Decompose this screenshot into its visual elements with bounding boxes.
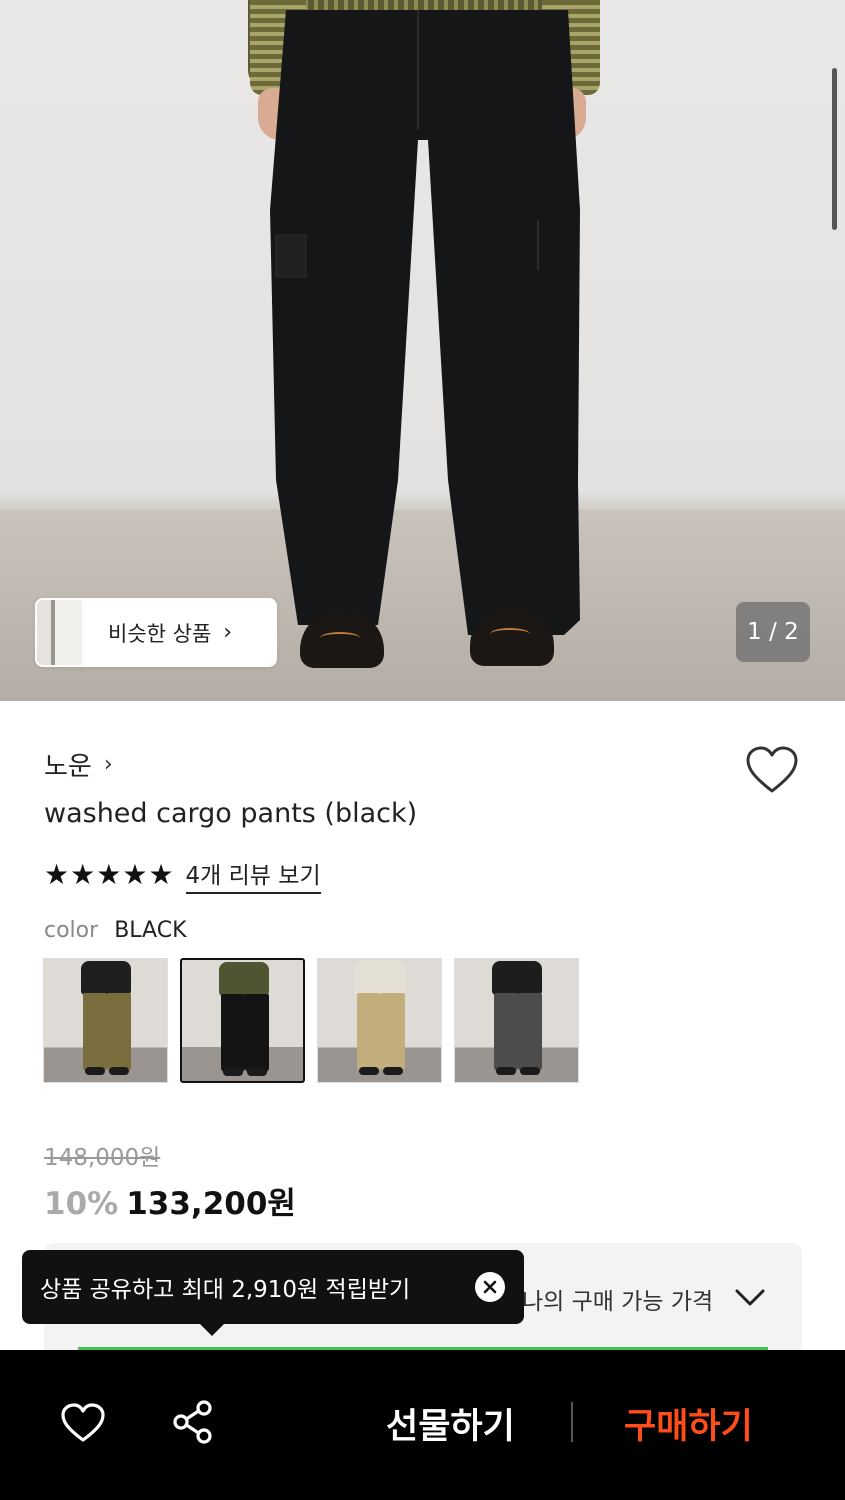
similar-products-label: 비슷한 상품 [108, 621, 212, 646]
swatch-model-shoe [223, 1068, 243, 1076]
swatch-model-shoe [520, 1067, 540, 1075]
color-swatch-khaki-olive[interactable] [43, 958, 168, 1083]
sale-price: 133,200원 [126, 1186, 296, 1222]
close-icon[interactable] [475, 1272, 505, 1302]
swatch-model-shoe [109, 1067, 129, 1075]
star-icon: ★ [122, 858, 148, 891]
rating-row: ★ ★ ★ ★ ★ 4개 리뷰 보기 [44, 856, 321, 894]
chevron-down-icon[interactable] [734, 1284, 766, 1310]
gift-button[interactable]: 선물하기 [386, 1398, 515, 1449]
star-icon: ★ [96, 858, 122, 891]
share-icon[interactable] [170, 1398, 216, 1446]
swatch-model-shoe [383, 1067, 403, 1075]
color-swatch-beige[interactable] [317, 958, 442, 1083]
swatch-model-shoe [247, 1068, 267, 1076]
chevron-right-icon: › [103, 752, 113, 777]
swatch-model-top [219, 962, 269, 996]
swatch-model-leg [83, 993, 107, 1071]
share-reward-toast: 상품 공유하고 최대 2,910원 적립받기 [22, 1250, 524, 1336]
rating-stars: ★ ★ ★ ★ ★ [44, 861, 174, 889]
buy-button[interactable]: 구매하기 [624, 1398, 753, 1449]
product-image[interactable]: 비슷한 상품 › 1 / 2 [0, 0, 845, 701]
scrollbar-thumb[interactable] [832, 68, 837, 230]
swatch-model-leg [518, 993, 542, 1071]
product-title: washed cargo pants (black) [44, 798, 418, 829]
swatch-model-leg [357, 993, 381, 1071]
price-row: 10% 133,200원 [44, 1178, 296, 1223]
review-link[interactable]: 4개 리뷰 보기 [185, 856, 321, 894]
swatch-model-leg [381, 993, 405, 1071]
swatch-model-top [492, 961, 542, 995]
discount-rate: 10% [44, 1186, 119, 1222]
swatch-model-leg [245, 994, 269, 1072]
star-icon: ★ [70, 858, 96, 891]
color-row: color BLACK [44, 918, 187, 943]
bottom-bar-divider [571, 1402, 573, 1442]
star-icon: ★ [148, 858, 174, 891]
image-page-indicator: 1 / 2 [736, 602, 810, 662]
brand-name: 노운 [44, 752, 92, 782]
swatch-model-leg [221, 994, 245, 1072]
heart-icon[interactable] [60, 1402, 106, 1444]
color-key: color [44, 918, 99, 943]
similar-products-thumbnail [37, 600, 82, 665]
original-price: 148,000원 [44, 1145, 161, 1171]
similar-products-button[interactable]: 비슷한 상품 › [35, 598, 277, 667]
color-value: BLACK [114, 918, 187, 943]
color-swatch-black[interactable] [180, 958, 305, 1083]
brand-link[interactable]: 노운 › [44, 746, 113, 783]
swatch-model-shoe [85, 1067, 105, 1075]
swatch-model-shoe [496, 1067, 516, 1075]
toast-text: 상품 공유하고 최대 2,910원 적립받기 [40, 1277, 411, 1303]
swatch-model-shoe [359, 1067, 379, 1075]
swatch-model-leg [107, 993, 131, 1071]
swatch-model-leg [494, 993, 518, 1071]
star-icon: ★ [44, 858, 70, 891]
swatch-model-top [81, 961, 131, 995]
swatch-model-top [355, 961, 405, 995]
color-swatch-charcoal[interactable] [454, 958, 579, 1083]
color-swatch-list [43, 958, 579, 1083]
heart-icon[interactable] [744, 744, 800, 796]
my-price-label: 나의 구매 가능 가격 [522, 1289, 714, 1315]
image-pants [270, 10, 580, 635]
chevron-right-icon: › [223, 620, 233, 645]
